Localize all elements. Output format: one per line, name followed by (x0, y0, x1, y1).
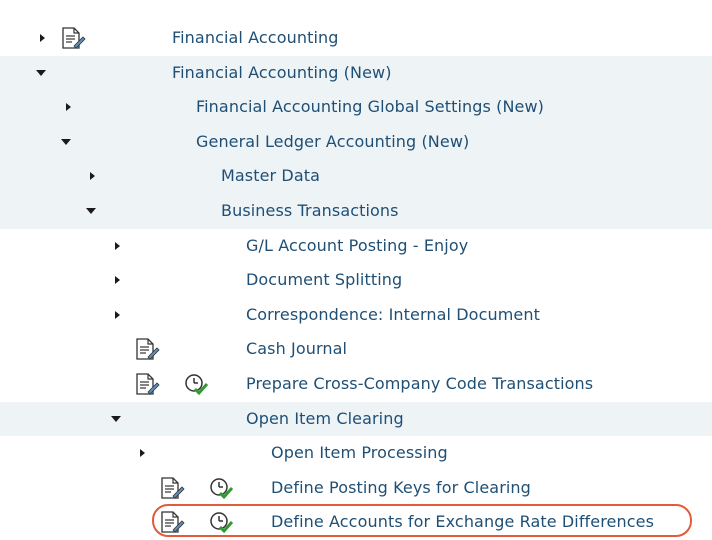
execute-clock-check-icon[interactable] (183, 372, 209, 396)
collapse-arrow-icon[interactable] (36, 69, 46, 76)
tree-node-label[interactable]: Correspondence: Internal Document (246, 298, 540, 333)
documentation-icon[interactable] (134, 372, 160, 396)
tree-node-label[interactable]: General Ledger Accounting (New) (196, 125, 469, 160)
tree-node-label[interactable]: Open Item Clearing (246, 402, 404, 437)
documentation-icon[interactable] (134, 337, 160, 361)
tree-node-general-ledger-new[interactable]: General Ledger Accounting (New) (0, 124, 712, 160)
expand-arrow-icon[interactable] (115, 310, 120, 319)
tree-node-label[interactable]: Cash Journal (246, 332, 347, 367)
collapse-arrow-icon[interactable] (61, 138, 71, 145)
tree-node-label[interactable]: Open Item Processing (271, 436, 448, 471)
tree-node-correspondence[interactable]: Correspondence: Internal Document (0, 297, 712, 333)
tree-node-label[interactable]: G/L Account Posting - Enjoy (246, 229, 468, 264)
tree-node-label[interactable]: Business Transactions (221, 194, 399, 229)
tree-node-financial-accounting-new[interactable]: Financial Accounting (New) (0, 55, 712, 91)
expand-arrow-icon[interactable] (66, 103, 71, 112)
execute-clock-check-icon[interactable] (208, 476, 234, 500)
documentation-icon[interactable] (60, 26, 86, 50)
tree-node-open-item-clearing[interactable]: Open Item Clearing (0, 401, 712, 437)
tree-node-label[interactable]: Prepare Cross-Company Code Transactions (246, 367, 593, 402)
tree-node-label[interactable]: Define Posting Keys for Clearing (271, 471, 531, 506)
highlight-annotation (152, 504, 692, 537)
expand-arrow-icon[interactable] (90, 172, 95, 181)
tree-node-open-item-processing[interactable]: Open Item Processing (0, 436, 712, 471)
expand-arrow-icon[interactable] (40, 34, 45, 42)
tree-node-define-posting-keys[interactable]: Define Posting Keys for Clearing (0, 470, 712, 506)
tree-node-business-transactions[interactable]: Business Transactions (0, 194, 712, 229)
tree-node-financial-accounting[interactable]: Financial Accounting (0, 21, 712, 56)
tree-node-cash-journal[interactable]: Cash Journal (0, 332, 712, 367)
expand-arrow-icon[interactable] (115, 241, 120, 250)
tree-node-label[interactable]: Document Splitting (246, 263, 402, 298)
tree-node-label[interactable]: Master Data (221, 159, 320, 194)
expand-arrow-icon[interactable] (115, 276, 120, 285)
tree-node-gl-account-posting[interactable]: G/L Account Posting - Enjoy (0, 228, 712, 264)
expand-arrow-icon[interactable] (140, 449, 145, 458)
tree-node-fa-global-settings[interactable]: Financial Accounting Global Settings (Ne… (0, 90, 712, 125)
tree-node-master-data[interactable]: Master Data (0, 159, 712, 194)
collapse-arrow-icon[interactable] (86, 208, 96, 214)
tree-node-label[interactable]: Financial Accounting Global Settings (Ne… (196, 90, 544, 125)
tree-node-cross-company[interactable]: Prepare Cross-Company Code Transactions (0, 367, 712, 402)
collapse-arrow-icon[interactable] (111, 415, 121, 422)
tree-node-document-splitting[interactable]: Document Splitting (0, 263, 712, 298)
tree-node-label[interactable]: Financial Accounting (New) (172, 56, 392, 91)
documentation-icon[interactable] (159, 476, 185, 500)
tree-node-label[interactable]: Financial Accounting (172, 21, 339, 56)
